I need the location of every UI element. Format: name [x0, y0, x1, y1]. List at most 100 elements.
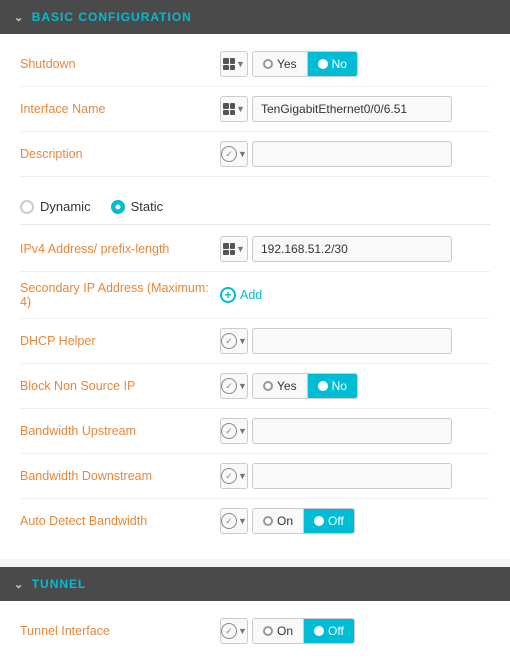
- chevron-icon[interactable]: ⌄: [14, 11, 24, 24]
- spacer-1: [20, 177, 490, 187]
- basic-config-title: BASIC CONFIGURATION: [32, 10, 192, 24]
- static-option[interactable]: Static: [111, 199, 164, 214]
- shutdown-no-label: No: [332, 57, 347, 71]
- dhcp-helper-input[interactable]: [252, 328, 452, 354]
- block-icon-btn[interactable]: ✓ ▼: [220, 373, 248, 399]
- description-control: ✓ ▼: [220, 141, 490, 167]
- shutdown-row: Shutdown ▼ Yes No: [20, 42, 490, 87]
- description-row: Description ✓ ▼: [20, 132, 490, 177]
- dynamic-radio: [20, 200, 34, 214]
- dropdown-arrow-2: ▼: [236, 104, 245, 114]
- block-no-label: No: [332, 379, 347, 393]
- secondary-ip-control: + Add: [220, 287, 490, 303]
- ip-mode-row: Dynamic Static: [20, 187, 490, 222]
- shutdown-yes-label: Yes: [277, 57, 297, 71]
- block-non-source-row: Block Non Source IP ✓ ▼ Yes No: [20, 364, 490, 409]
- auto-detect-on-option[interactable]: On: [253, 509, 304, 533]
- block-no-radio: [318, 381, 328, 391]
- bw-downstream-label: Bandwidth Downstream: [20, 469, 220, 483]
- static-radio: [111, 200, 125, 214]
- auto-detect-control: ✓ ▼ On Off: [220, 508, 490, 534]
- tunnel-off-option[interactable]: Off: [304, 619, 354, 643]
- shutdown-icon-btn[interactable]: ▼: [220, 51, 248, 77]
- check-icon-6: ✓: [221, 513, 237, 529]
- shutdown-no-option[interactable]: No: [308, 52, 357, 76]
- check-icon-2: ✓: [221, 333, 237, 349]
- bw-downstream-input[interactable]: [252, 463, 452, 489]
- auto-detect-on-label: On: [277, 514, 293, 528]
- add-icon: +: [220, 287, 236, 303]
- block-no-option[interactable]: No: [308, 374, 357, 398]
- basic-config-header: ⌄ BASIC CONFIGURATION: [0, 0, 510, 34]
- shutdown-toggle: Yes No: [252, 51, 358, 77]
- description-input[interactable]: [252, 141, 452, 167]
- tunnel-icon-btn[interactable]: ✓ ▼: [220, 618, 248, 644]
- ipv4-row: IPv4 Address/ prefix-length ▼: [20, 227, 490, 272]
- interface-icon-btn[interactable]: ▼: [220, 96, 248, 122]
- auto-detect-off-label: Off: [328, 514, 344, 528]
- tunnel-on-label: On: [277, 624, 293, 638]
- auto-detect-on-radio: [263, 516, 273, 526]
- auto-detect-icon-btn[interactable]: ✓ ▼: [220, 508, 248, 534]
- description-icon-btn[interactable]: ✓ ▼: [220, 141, 248, 167]
- shutdown-yes-radio: [263, 59, 273, 69]
- check-icon-7: ✓: [221, 623, 237, 639]
- static-label: Static: [131, 199, 164, 214]
- bw-upstream-control: ✓ ▼: [220, 418, 490, 444]
- bw-upstream-row: Bandwidth Upstream ✓ ▼: [20, 409, 490, 454]
- block-yes-radio: [263, 381, 273, 391]
- bw-downstream-row: Bandwidth Downstream ✓ ▼: [20, 454, 490, 499]
- bw-upstream-label: Bandwidth Upstream: [20, 424, 220, 438]
- check-icon-4: ✓: [221, 423, 237, 439]
- auto-detect-toggle: On Off: [252, 508, 355, 534]
- bw-upstream-input[interactable]: [252, 418, 452, 444]
- add-button[interactable]: + Add: [220, 287, 262, 303]
- auto-detect-off-option[interactable]: Off: [304, 509, 354, 533]
- dhcp-helper-row: DHCP Helper ✓ ▼: [20, 319, 490, 364]
- tunnel-interface-toggle: On Off: [252, 618, 355, 644]
- dhcp-icon-btn[interactable]: ✓ ▼: [220, 328, 248, 354]
- dropdown-arrow-5: ▼: [238, 336, 247, 346]
- shutdown-yes-option[interactable]: Yes: [253, 52, 308, 76]
- block-yes-label: Yes: [277, 379, 297, 393]
- block-non-source-control: ✓ ▼ Yes No: [220, 373, 490, 399]
- auto-detect-label: Auto Detect Bandwidth: [20, 514, 220, 528]
- block-yes-option[interactable]: Yes: [253, 374, 308, 398]
- dropdown-arrow-3: ▼: [238, 149, 247, 159]
- dropdown-arrow-4: ▼: [236, 244, 245, 254]
- dropdown-arrow: ▼: [236, 59, 245, 69]
- tunnel-chevron-icon[interactable]: ⌄: [14, 578, 24, 591]
- check-icon-5: ✓: [221, 468, 237, 484]
- bw-down-icon-btn[interactable]: ✓ ▼: [220, 463, 248, 489]
- bw-up-icon-btn[interactable]: ✓ ▼: [220, 418, 248, 444]
- auto-detect-off-radio: [314, 516, 324, 526]
- bw-downstream-control: ✓ ▼: [220, 463, 490, 489]
- dynamic-label: Dynamic: [40, 199, 91, 214]
- ipv4-icon-btn[interactable]: ▼: [220, 236, 248, 262]
- tunnel-title: TUNNEL: [32, 577, 87, 591]
- description-label: Description: [20, 147, 220, 161]
- dropdown-arrow-10: ▼: [238, 626, 247, 636]
- interface-name-control: ▼: [220, 96, 490, 122]
- grid-icon-3: [223, 243, 235, 255]
- interface-name-label: Interface Name: [20, 102, 220, 116]
- shutdown-control: ▼ Yes No: [220, 51, 490, 77]
- dynamic-option[interactable]: Dynamic: [20, 199, 91, 214]
- dropdown-arrow-8: ▼: [238, 471, 247, 481]
- dhcp-helper-control: ✓ ▼: [220, 328, 490, 354]
- auto-detect-row: Auto Detect Bandwidth ✓ ▼ On Off: [20, 499, 490, 543]
- ipv4-input[interactable]: [252, 236, 452, 262]
- block-non-source-label: Block Non Source IP: [20, 379, 220, 393]
- interface-name-input[interactable]: [252, 96, 452, 122]
- grid-icon-2: [223, 103, 235, 115]
- tunnel-on-option[interactable]: On: [253, 619, 304, 643]
- tunnel-interface-row: Tunnel Interface ✓ ▼ On Off: [20, 609, 490, 653]
- basic-config-body: Shutdown ▼ Yes No: [0, 34, 510, 559]
- tunnel-off-radio: [314, 626, 324, 636]
- shutdown-label: Shutdown: [20, 57, 220, 71]
- secondary-ip-row: Secondary IP Address (Maximum: 4) + Add: [20, 272, 490, 319]
- divider-1: [20, 224, 490, 225]
- interface-name-row: Interface Name ▼: [20, 87, 490, 132]
- add-label: Add: [240, 288, 262, 302]
- shutdown-no-radio: [318, 59, 328, 69]
